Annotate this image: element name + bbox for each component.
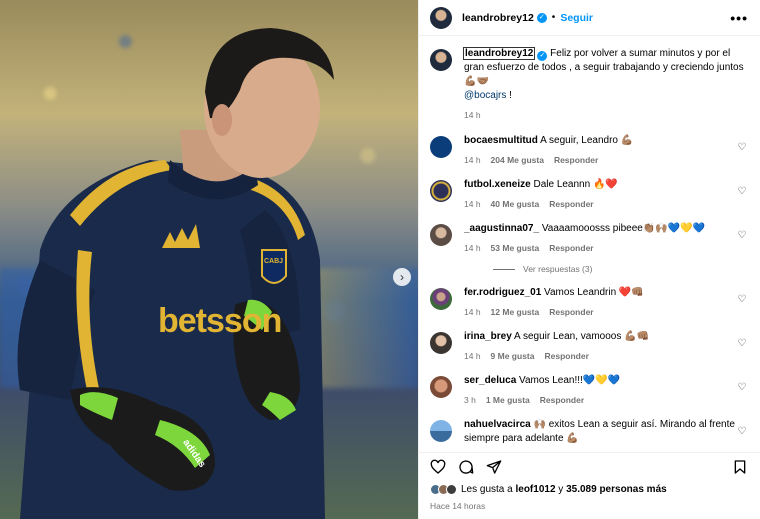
comment-likes[interactable]: 9 Me gusta bbox=[491, 349, 535, 363]
comment-item: _aagustinna07_ Vaaaamooosss pibeee👏🏽🙌🏽💙💛… bbox=[430, 222, 748, 255]
jersey-crest-text: CABJ bbox=[264, 258, 284, 265]
avatar[interactable] bbox=[430, 180, 452, 202]
comment-item: bocaesmultitud A seguir, Leandro 💪🏽 14 h… bbox=[430, 134, 748, 167]
verified-badge-icon: ✓ bbox=[537, 51, 548, 61]
comment-likes[interactable]: 12 Me gusta bbox=[491, 305, 540, 319]
like-heart-icon[interactable]: ♡ bbox=[736, 338, 748, 349]
post-side-panel: leandrobrey12 ✓ • Seguir ••• leandrobrey… bbox=[418, 0, 760, 519]
comment-item: ser_deluca Vamos Lean!!!💙💛💙 3 h 1 Me gus… bbox=[430, 374, 748, 407]
view-replies-label: Ver respuestas (3) bbox=[523, 264, 593, 274]
caption: leandrobrey12 ✓ Feliz por volver a sumar … bbox=[430, 47, 748, 122]
comment-text: A seguir, Leandro 💪🏽 bbox=[540, 135, 634, 146]
avatar[interactable] bbox=[430, 49, 452, 71]
comment-bubble-icon[interactable] bbox=[458, 459, 474, 475]
chevron-right-icon: › bbox=[400, 270, 404, 284]
comment-likes[interactable]: 40 Me gusta bbox=[491, 197, 540, 211]
like-heart-icon[interactable]: ♡ bbox=[736, 294, 748, 305]
comment-text: Dale Leannn 🔥❤️ bbox=[533, 179, 618, 190]
replies-divider bbox=[493, 268, 515, 270]
more-options-icon[interactable]: ••• bbox=[730, 10, 748, 26]
comment-text: Vaaaamooosss pibeee👏🏽🙌🏽💙💛💙 bbox=[541, 223, 706, 234]
comment-text: Vamos Lean!!!💙💛💙 bbox=[519, 375, 621, 386]
comment-likes[interactable]: 1 Me gusta bbox=[486, 393, 530, 407]
like-heart-icon[interactable]: ♡ bbox=[736, 142, 748, 153]
comments-list[interactable]: leandrobrey12 ✓ Feliz por volver a sumar … bbox=[419, 37, 760, 448]
caption-username[interactable]: leandrobrey12 bbox=[462, 47, 536, 60]
comment-time: 14 h bbox=[464, 351, 481, 361]
like-heart-icon[interactable]: ♡ bbox=[736, 186, 748, 197]
comment-username[interactable]: irina_brey bbox=[464, 331, 512, 342]
like-heart-icon[interactable]: ♡ bbox=[736, 382, 748, 393]
separator-dot: • bbox=[551, 12, 556, 23]
comment-username[interactable]: fer.rodriguez_01 bbox=[464, 287, 541, 298]
mention-link[interactable]: @bocajrs bbox=[464, 90, 506, 101]
post-header: leandrobrey12 ✓ • Seguir ••• bbox=[419, 0, 760, 36]
view-replies-button[interactable]: Ver respuestas (3) bbox=[493, 264, 748, 274]
comment-time: 14 h bbox=[464, 199, 481, 209]
caption-time: 14 h bbox=[464, 110, 481, 120]
likes-count[interactable]: 35.089 personas más bbox=[566, 484, 667, 495]
reply-button[interactable]: Responder bbox=[554, 153, 598, 167]
comment-time: 14 h bbox=[464, 307, 481, 317]
comment-username[interactable]: _aagustinna07_ bbox=[464, 223, 539, 234]
reply-button[interactable]: Responder bbox=[540, 393, 584, 407]
likes-prefix: Les gusta a bbox=[461, 484, 516, 495]
reply-button[interactable]: Responder bbox=[549, 197, 593, 211]
jersey-sponsor-text: betsson bbox=[158, 302, 282, 340]
avatar[interactable] bbox=[430, 224, 452, 246]
comment-username[interactable]: bocaesmultitud bbox=[464, 135, 538, 146]
comment-username[interactable]: nahuelvacirca bbox=[464, 419, 531, 430]
liker-avatar bbox=[446, 484, 457, 495]
reply-button[interactable]: Responder bbox=[549, 305, 593, 319]
comment-item: irina_brey A seguir Lean, vamooos 💪🏽👊🏽 1… bbox=[430, 330, 748, 363]
comment-likes[interactable]: 53 Me gusta bbox=[491, 241, 540, 255]
goalkeeper-photo bbox=[17, 28, 334, 519]
comment-item: futbol.xeneize Dale Leannn 🔥❤️ 14 h 40 M… bbox=[430, 178, 748, 211]
avatar[interactable] bbox=[430, 288, 452, 310]
caption-tail: ! bbox=[506, 90, 512, 101]
share-send-icon[interactable] bbox=[486, 459, 502, 475]
likes-summary[interactable]: Les gusta a leof1012 y 35.089 personas m… bbox=[430, 484, 748, 495]
like-heart-icon[interactable]: ♡ bbox=[736, 426, 748, 437]
reply-button[interactable]: Responder bbox=[544, 349, 588, 363]
comment-time: 14 h bbox=[464, 155, 481, 165]
comment-likes[interactable]: 204 Me gusta bbox=[491, 153, 544, 167]
avatar[interactable] bbox=[430, 6, 452, 29]
like-heart-icon[interactable] bbox=[430, 459, 446, 475]
like-heart-icon[interactable]: ♡ bbox=[736, 230, 748, 241]
avatar[interactable] bbox=[430, 332, 452, 354]
follow-button[interactable]: Seguir bbox=[560, 12, 593, 24]
avatar[interactable] bbox=[430, 136, 452, 158]
avatar[interactable] bbox=[430, 376, 452, 398]
avatar[interactable] bbox=[430, 420, 452, 442]
post-timestamp[interactable]: Hace 14 horas bbox=[430, 501, 485, 511]
comment-time: 3 h bbox=[464, 395, 476, 405]
comment-username[interactable]: ser_deluca bbox=[464, 375, 516, 386]
action-bar bbox=[419, 452, 760, 480]
verified-badge-icon: ✓ bbox=[536, 12, 547, 23]
likes-user[interactable]: leof1012 bbox=[515, 484, 555, 495]
next-image-button[interactable]: › bbox=[393, 268, 411, 286]
bookmark-icon[interactable] bbox=[732, 459, 748, 475]
comment-item: nahuelvacirca 🙌🏽 exitos Lean a seguir as… bbox=[430, 418, 748, 446]
post-image[interactable]: betsson CABJ adidas › bbox=[0, 0, 418, 519]
owner-username[interactable]: leandrobrey12 bbox=[462, 12, 534, 24]
likes-middle: y bbox=[555, 484, 567, 495]
comment-item: fer.rodriguez_01 Vamos Leandrin ❤️👊🏽 14 … bbox=[430, 286, 748, 319]
comment-time: 14 h bbox=[464, 243, 481, 253]
comment-text: A seguir Lean, vamooos 💪🏽👊🏽 bbox=[514, 331, 650, 342]
comment-username[interactable]: futbol.xeneize bbox=[464, 179, 531, 190]
reply-button[interactable]: Responder bbox=[549, 241, 593, 255]
comment-text: Vamos Leandrin ❤️👊🏽 bbox=[544, 287, 644, 298]
